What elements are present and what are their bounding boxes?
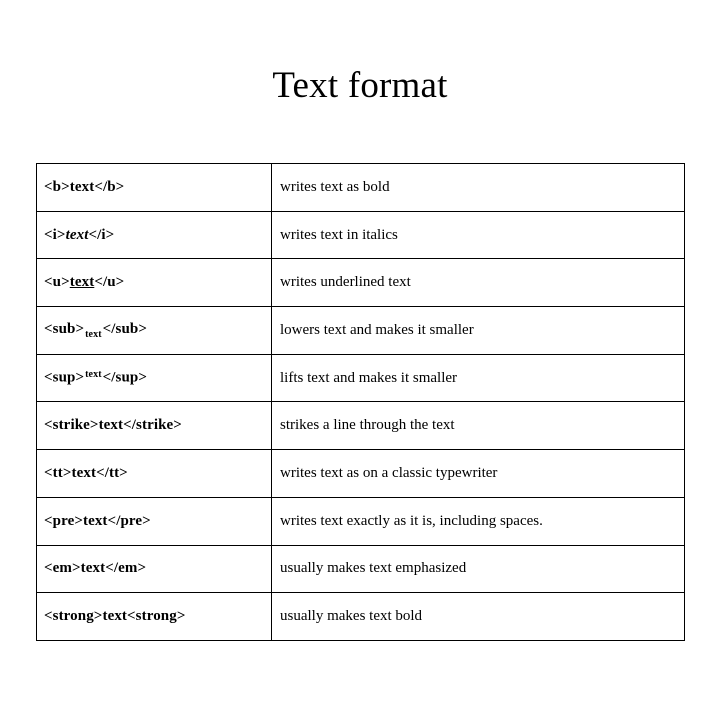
description-cell: writes underlined text — [271, 258, 685, 308]
tag-cell: <sub>text</sub> — [36, 306, 272, 355]
open-tag: <pre> — [44, 512, 83, 529]
table-row: <sup>text</sup> lifts text and makes it … — [36, 353, 685, 403]
sample-text: text — [102, 608, 128, 625]
sample-text: text — [71, 464, 97, 481]
open-tag: <sup> — [44, 369, 85, 386]
sample-text: text — [65, 226, 89, 243]
close-tag: </sup> — [102, 369, 148, 386]
close-tag: </pre> — [107, 512, 151, 529]
slide: Text format <b>text</b> writes text as b… — [0, 0, 720, 703]
tag-cell: <strike>text</strike> — [36, 401, 272, 451]
description-cell: strikes a line through the text — [271, 401, 685, 451]
open-tag: <u> — [44, 274, 70, 291]
table-row: <u>text</u> writes underlined text — [36, 258, 685, 308]
open-tag: <strong> — [44, 608, 103, 625]
open-tag: <i> — [44, 226, 66, 243]
close-tag: <strong> — [127, 608, 186, 625]
table-row: <pre>text</pre> writes text exactly as i… — [36, 496, 685, 546]
description-cell: writes text exactly as it is, including … — [271, 496, 685, 546]
tag-cell: <i>text</i> — [36, 210, 272, 260]
table-row: <sub>text</sub> lowers text and makes it… — [36, 306, 685, 355]
table-row: <b>text</b> writes text as bold — [36, 163, 685, 212]
description-cell: writes text as on a classic typewriter — [271, 449, 685, 498]
tag-cell: <em>text</em> — [36, 544, 272, 594]
close-tag: </u> — [94, 274, 125, 291]
sample-text: text — [85, 369, 102, 381]
close-tag: </tt> — [96, 464, 128, 481]
tag-cell: <b>text</b> — [36, 163, 272, 212]
close-tag: </i> — [88, 226, 115, 243]
table-row: <strong>text<strong> usually makes text … — [36, 592, 685, 641]
close-tag: </sub> — [102, 321, 148, 338]
sample-text: text — [82, 512, 108, 529]
tag-cell: <strong>text<strong> — [36, 592, 272, 641]
description-cell: lifts text and makes it smaller — [271, 353, 685, 403]
open-tag: <tt> — [44, 464, 72, 481]
sample-text: text — [69, 178, 95, 195]
close-tag: </strike> — [123, 417, 182, 434]
open-tag: <b> — [44, 178, 70, 195]
page-title: Text format — [272, 65, 448, 106]
open-tag: <em> — [44, 560, 81, 577]
close-tag: </em> — [105, 560, 147, 577]
tag-cell: <tt>text</tt> — [36, 449, 272, 498]
sample-text: text — [69, 274, 95, 291]
tag-cell: <sup>text</sup> — [36, 353, 272, 403]
table-row: <strike>text</strike> strikes a line thr… — [36, 401, 685, 451]
table-row: <em>text</em> usually makes text emphasi… — [36, 544, 685, 594]
table-row: <i>text</i> writes text in italics — [36, 210, 685, 260]
description-cell: writes text in italics — [271, 210, 685, 260]
text-format-table: <b>text</b> writes text as bold <i>text<… — [36, 163, 685, 641]
sample-text: text — [80, 560, 106, 577]
description-cell: lowers text and makes it smaller — [271, 306, 685, 355]
description-cell: usually makes text emphasized — [271, 544, 685, 594]
table-body: <b>text</b> writes text as bold <i>text<… — [36, 163, 685, 641]
table-row: <tt>text</tt> writes text as on a classi… — [36, 449, 685, 498]
description-cell: writes text as bold — [271, 163, 685, 212]
tag-cell: <u>text</u> — [36, 258, 272, 308]
open-tag: <strike> — [44, 417, 99, 434]
sample-text: text — [85, 328, 102, 340]
sample-text: text — [98, 417, 124, 434]
close-tag: </b> — [94, 178, 125, 195]
open-tag: <sub> — [44, 321, 85, 338]
tag-cell: <pre>text</pre> — [36, 496, 272, 546]
description-cell: usually makes text bold — [271, 592, 685, 641]
